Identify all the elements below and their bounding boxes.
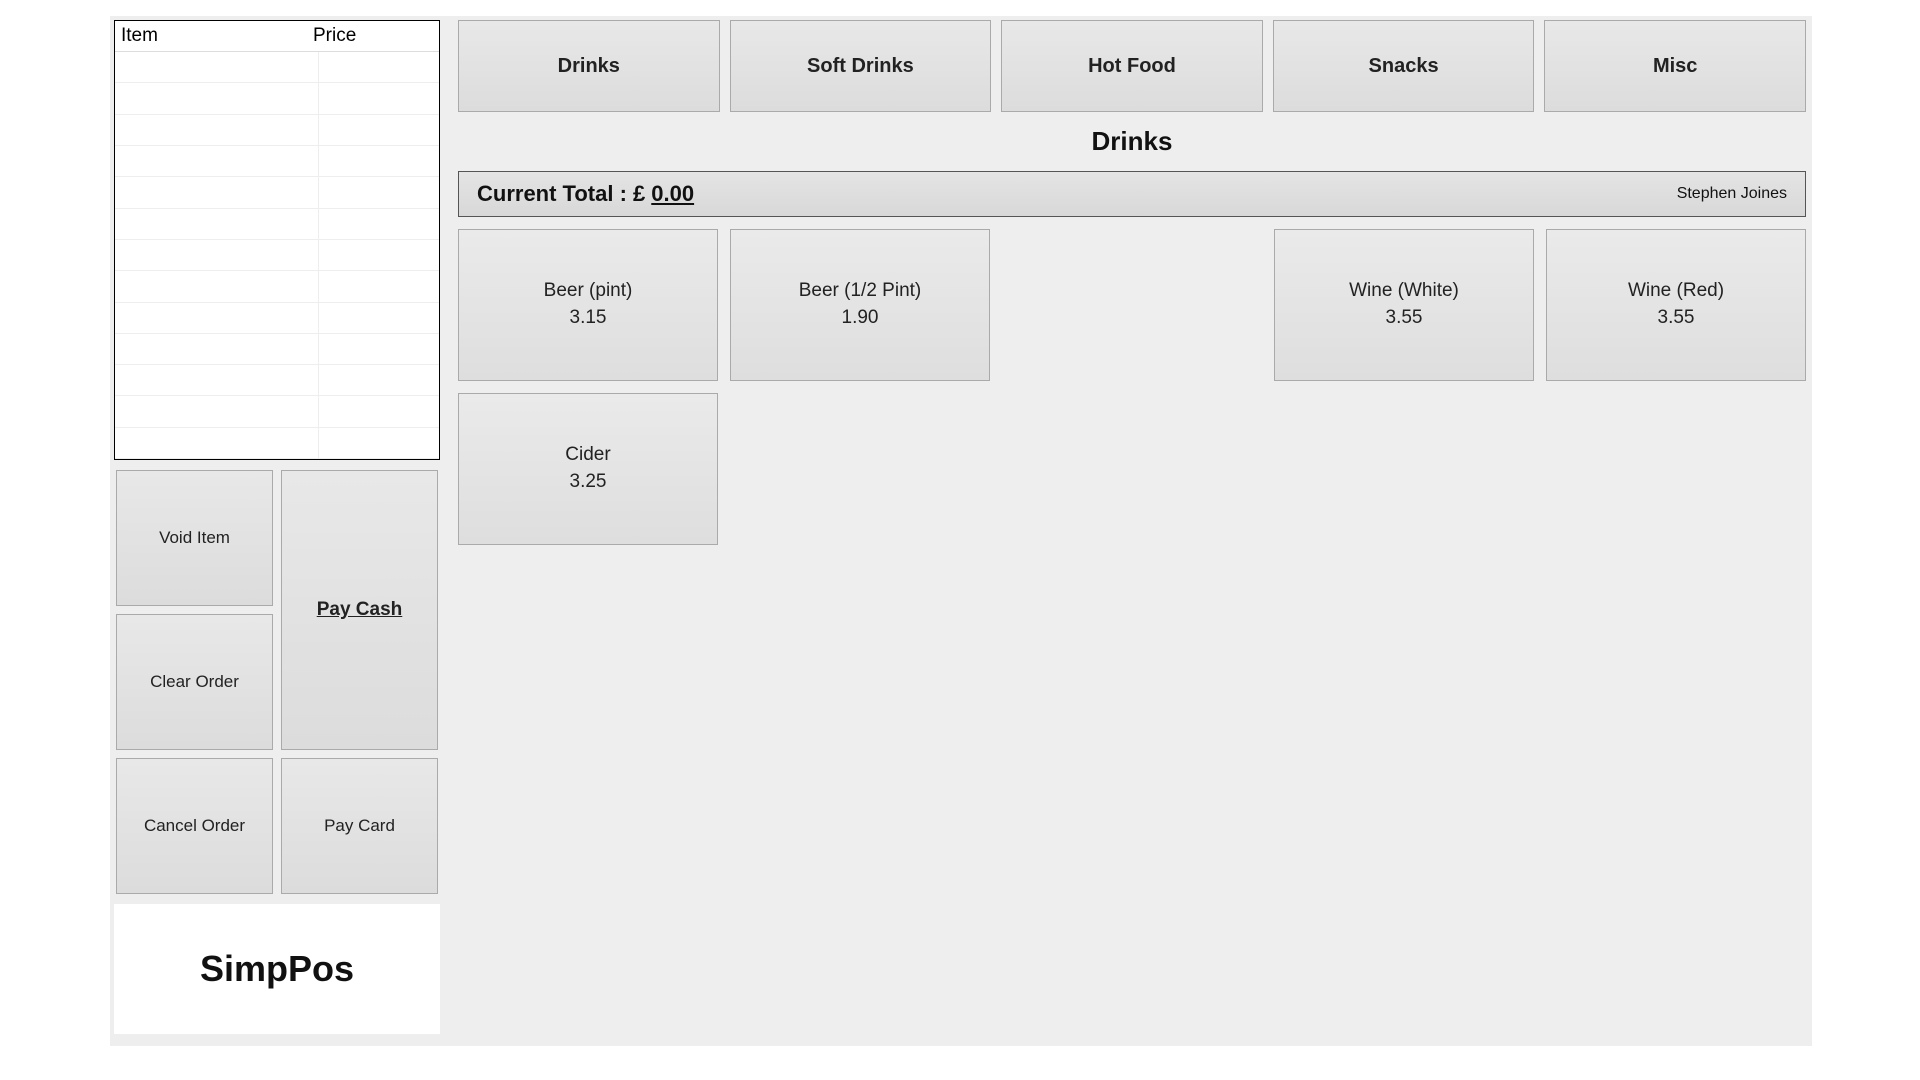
total-amount: 0.00	[651, 181, 694, 207]
category-row: DrinksSoft DrinksHot FoodSnacksMisc	[458, 20, 1806, 112]
right-panel: DrinksSoft DrinksHot FoodSnacksMisc Drin…	[444, 16, 1812, 1046]
active-category-title: Drinks	[458, 126, 1806, 157]
table-row[interactable]	[115, 146, 439, 177]
product-price: 3.55	[1386, 305, 1423, 332]
table-row[interactable]	[115, 303, 439, 334]
category-button-drinks[interactable]: Drinks	[458, 20, 720, 112]
left-panel: Item Price Void Item Pay Cash Clear Orde…	[110, 16, 444, 1046]
table-row[interactable]	[115, 177, 439, 208]
app-logo: SimpPos	[114, 904, 440, 1034]
product-name: Beer (1/2 Pint)	[799, 278, 922, 305]
current-user: Stephen Joines	[1677, 185, 1787, 203]
void-item-button[interactable]: Void Item	[116, 470, 273, 606]
action-button-grid: Void Item Pay Cash Clear Order Cancel Or…	[114, 470, 440, 894]
product-name: Wine (White)	[1349, 278, 1459, 305]
product-price: 3.15	[570, 305, 607, 332]
pay-card-button[interactable]: Pay Card	[281, 758, 438, 894]
product-button-wine-red-[interactable]: Wine (Red)3.55	[1546, 229, 1806, 381]
category-button-hot-food[interactable]: Hot Food	[1001, 20, 1263, 112]
product-button-beer-1-2-pint-[interactable]: Beer (1/2 Pint)1.90	[730, 229, 990, 381]
product-button-wine-white-[interactable]: Wine (White)3.55	[1274, 229, 1534, 381]
product-button-cider[interactable]: Cider3.25	[458, 393, 718, 545]
product-price: 3.55	[1658, 305, 1695, 332]
product-name: Cider	[565, 442, 610, 469]
cancel-order-button[interactable]: Cancel Order	[116, 758, 273, 894]
order-table-body	[115, 52, 439, 459]
order-table-header: Item Price	[115, 21, 439, 52]
col-header-item: Item	[121, 25, 313, 47]
table-row[interactable]	[115, 52, 439, 83]
table-row[interactable]	[115, 428, 439, 459]
product-name: Wine (Red)	[1628, 278, 1724, 305]
table-row[interactable]	[115, 365, 439, 396]
product-price: 3.25	[570, 469, 607, 496]
table-row[interactable]	[115, 209, 439, 240]
category-button-soft-drinks[interactable]: Soft Drinks	[730, 20, 992, 112]
table-row[interactable]	[115, 271, 439, 302]
table-row[interactable]	[115, 83, 439, 114]
total-bar: Current Total : £ 0.00 Stephen Joines	[458, 171, 1806, 217]
app-frame: Item Price Void Item Pay Cash Clear Orde…	[110, 16, 1812, 1046]
pay-cash-button[interactable]: Pay Cash	[281, 470, 438, 750]
product-name: Beer (pint)	[544, 278, 633, 305]
table-row[interactable]	[115, 115, 439, 146]
table-row[interactable]	[115, 240, 439, 271]
table-row[interactable]	[115, 396, 439, 427]
table-row[interactable]	[115, 334, 439, 365]
product-price: 1.90	[842, 305, 879, 332]
product-button-beer-pint-[interactable]: Beer (pint)3.15	[458, 229, 718, 381]
clear-order-button[interactable]: Clear Order	[116, 614, 273, 750]
order-table: Item Price	[114, 20, 440, 460]
category-button-misc[interactable]: Misc	[1544, 20, 1806, 112]
total-label: Current Total : £	[477, 181, 645, 207]
col-header-price: Price	[313, 25, 433, 47]
category-button-snacks[interactable]: Snacks	[1273, 20, 1535, 112]
product-grid: Beer (pint)3.15Beer (1/2 Pint)1.90Wine (…	[458, 229, 1806, 545]
